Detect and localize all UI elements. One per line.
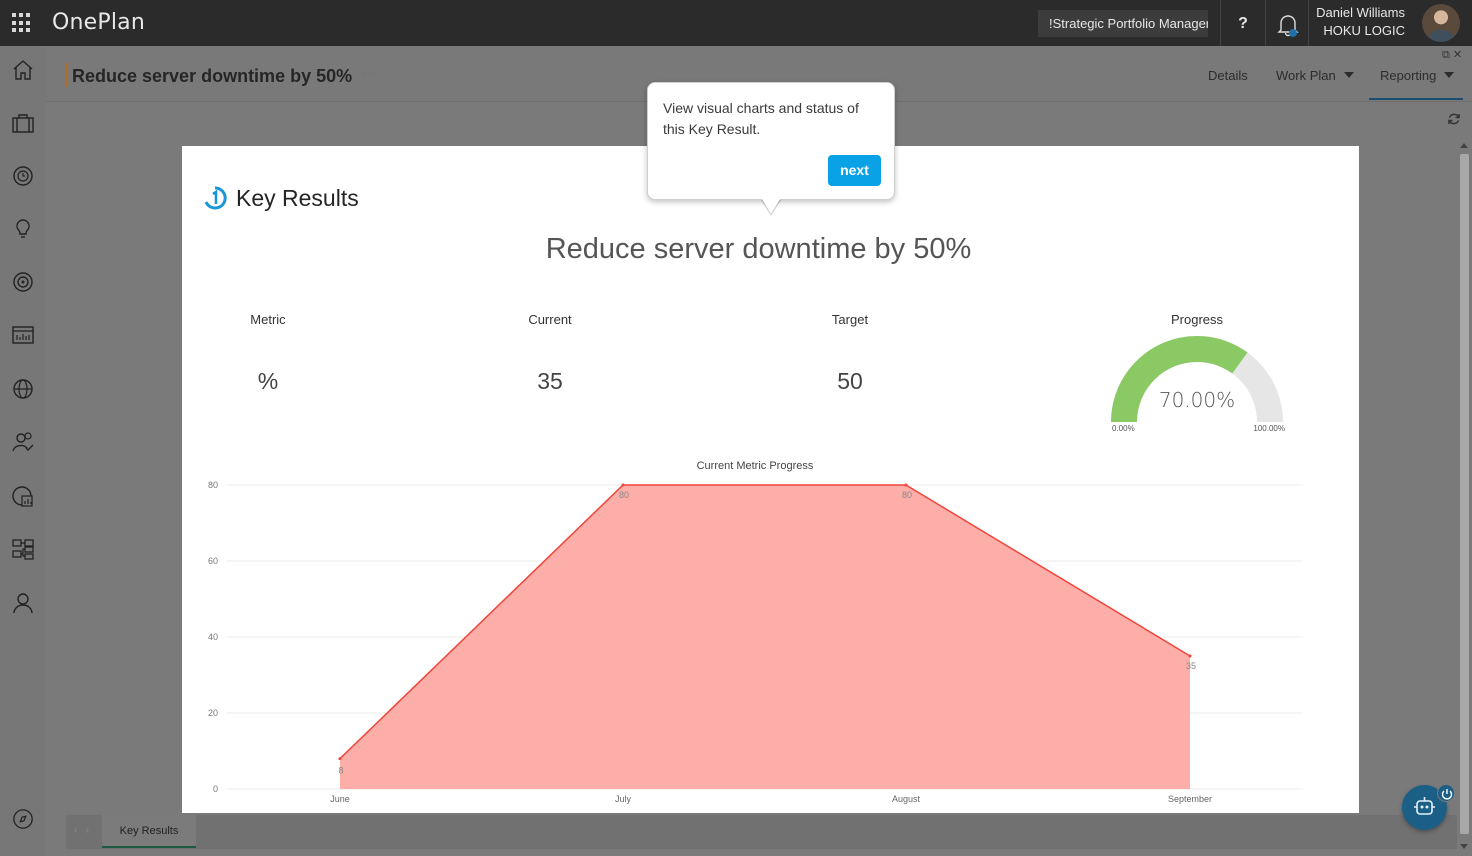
target-value: 50 (837, 368, 863, 394)
user-org[interactable]: HOKU LOGIC (1323, 23, 1405, 38)
chart-title: Current Metric Progress (697, 460, 814, 472)
vertical-scrollbar[interactable] (1457, 140, 1472, 852)
refresh-icon[interactable] (1447, 112, 1461, 126)
divider (1220, 0, 1221, 46)
data-label: 80 (902, 490, 912, 500)
title-accent (65, 63, 68, 87)
tour-tooltip: View visual charts and status of this Ke… (647, 82, 895, 200)
data-label: 35 (1186, 661, 1196, 671)
y-tick-label: 60 (208, 556, 218, 566)
data-point (621, 483, 625, 487)
window-controls: ⧉ ✕ (1442, 48, 1462, 62)
data-point (338, 757, 342, 761)
avatar[interactable] (1422, 4, 1460, 42)
x-tick-label: July (615, 794, 632, 804)
x-tick-label: June (330, 794, 350, 804)
metric-label: Metric (250, 312, 286, 327)
key-results-logo-icon (203, 186, 227, 210)
team-icon[interactable] (11, 430, 35, 454)
page-title: Reduce server downtime by 50% (72, 66, 353, 86)
y-tick-label: 0 (213, 784, 218, 794)
x-tick-label: September (1168, 794, 1212, 804)
power-icon[interactable] (1437, 784, 1455, 802)
y-tick-label: 80 (208, 480, 218, 490)
lightbulb-icon[interactable] (11, 217, 35, 241)
divider (1265, 0, 1266, 46)
key-result-report: Key Results Reduce server downtime by 50… (182, 146, 1359, 813)
x-tick-label: August (892, 794, 921, 804)
scroll-up-icon[interactable] (1460, 143, 1468, 148)
sidebar (0, 46, 46, 856)
popout-icon[interactable]: ⧉ (1442, 49, 1450, 61)
metric-value: % (257, 368, 279, 394)
target-icon[interactable] (11, 270, 35, 294)
tab-work-plan[interactable]: Work Plan (1276, 68, 1354, 83)
sheet-tab-key-results[interactable]: Key Results (102, 815, 196, 848)
sheet-nav: ‹ › (74, 825, 89, 836)
next-sheet-icon[interactable]: › (86, 825, 89, 836)
series-area (340, 485, 1190, 789)
globe-icon[interactable] (11, 377, 35, 401)
tab-label: Details (1208, 68, 1248, 83)
more-options-icon[interactable]: ··· (362, 68, 375, 79)
target-label: Target (831, 312, 869, 327)
scroll-thumb[interactable] (1460, 154, 1469, 834)
tab-label: Work Plan (1276, 68, 1336, 83)
divider (1308, 0, 1309, 46)
next-button[interactable]: next (828, 155, 881, 186)
data-label: 8 (338, 766, 343, 776)
analytics-icon[interactable] (11, 484, 35, 508)
app-brand[interactable]: OnePlan (52, 10, 145, 35)
timeline-icon[interactable] (11, 164, 35, 188)
person-icon[interactable] (11, 591, 35, 615)
tooltip-arrow (762, 199, 780, 214)
current-label: Current (528, 312, 572, 327)
close-icon[interactable]: ✕ (1453, 49, 1462, 61)
gauge-min: 0.00% (1112, 424, 1135, 433)
scroll-down-icon[interactable] (1460, 844, 1468, 849)
notification-bell-icon[interactable] (1276, 12, 1300, 38)
y-tick-label: 20 (208, 708, 218, 718)
user-name[interactable]: Daniel Williams (1316, 5, 1405, 20)
compass-icon[interactable] (12, 808, 34, 830)
help-button[interactable]: ? (1230, 12, 1256, 36)
tab-details[interactable]: Details (1208, 68, 1248, 83)
progress-gauge: 70.00% 0.00% 100.00% (1107, 316, 1287, 436)
report-icon[interactable] (11, 323, 35, 347)
data-point (904, 483, 908, 487)
app-launcher-icon[interactable] (12, 13, 32, 33)
report-heading: Key Results (236, 185, 359, 211)
briefcase-icon[interactable] (11, 111, 35, 135)
y-tick-label: 40 (208, 632, 218, 642)
chevron-down-icon (1444, 72, 1455, 78)
gauge-max: 100.00% (1253, 424, 1285, 433)
chevron-down-icon (1343, 72, 1354, 78)
tab-reporting[interactable]: Reporting (1380, 68, 1455, 83)
tab-label: Reporting (1380, 68, 1437, 83)
gauge-value: 70.00% (1158, 388, 1236, 412)
current-value: 35 (537, 368, 563, 394)
tooltip-text: View visual charts and status of this Ke… (663, 100, 859, 137)
prev-sheet-icon[interactable]: ‹ (74, 825, 77, 836)
report-title: Reduce server downtime by 50% (545, 233, 972, 265)
portfolio-selector[interactable]: !Strategic Portfolio Manager (1038, 10, 1208, 37)
sheet-tab-bar: ‹ › Key Results (66, 815, 1457, 849)
active-tab-indicator (1369, 98, 1463, 100)
data-point (1188, 654, 1192, 658)
data-label: 80 (619, 490, 629, 500)
home-icon[interactable] (11, 58, 35, 82)
metric-progress-chart: Current Metric Progress 0 20 40 60 80 8 80 80 35 J… (208, 460, 1303, 804)
top-bar: OnePlan !Strategic Portfolio Manager ? D… (0, 0, 1472, 46)
hierarchy-icon[interactable] (11, 537, 35, 561)
